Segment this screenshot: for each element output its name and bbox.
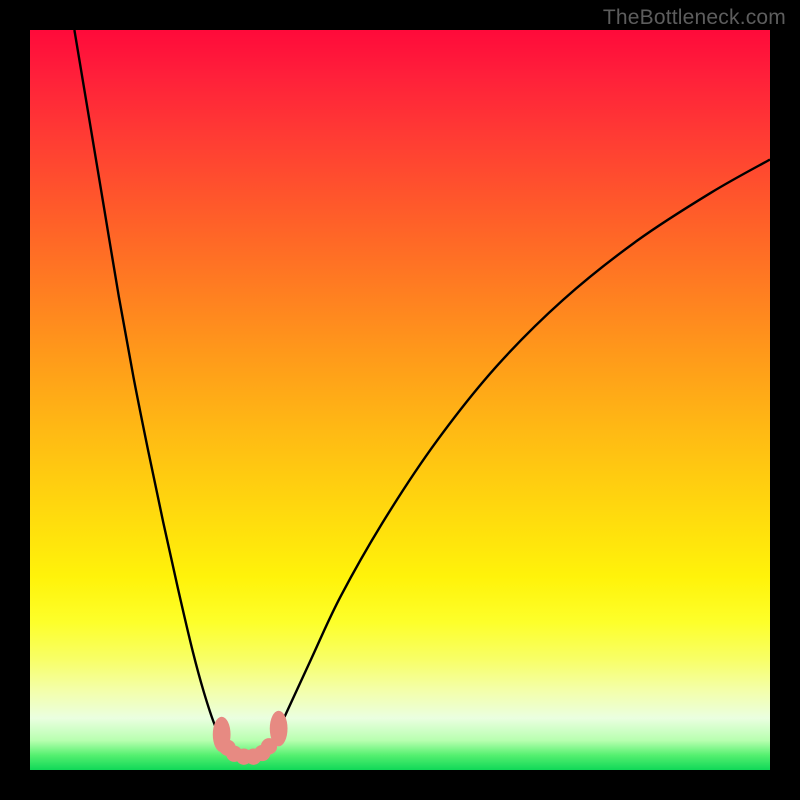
bottleneck-curve bbox=[74, 30, 770, 758]
valley-markers bbox=[213, 711, 288, 765]
curve-layer bbox=[30, 30, 770, 770]
watermark-text: TheBottleneck.com bbox=[603, 6, 786, 30]
chart-frame: TheBottleneck.com bbox=[0, 0, 800, 800]
marker-pill bbox=[270, 711, 288, 747]
plot-area bbox=[30, 30, 770, 770]
